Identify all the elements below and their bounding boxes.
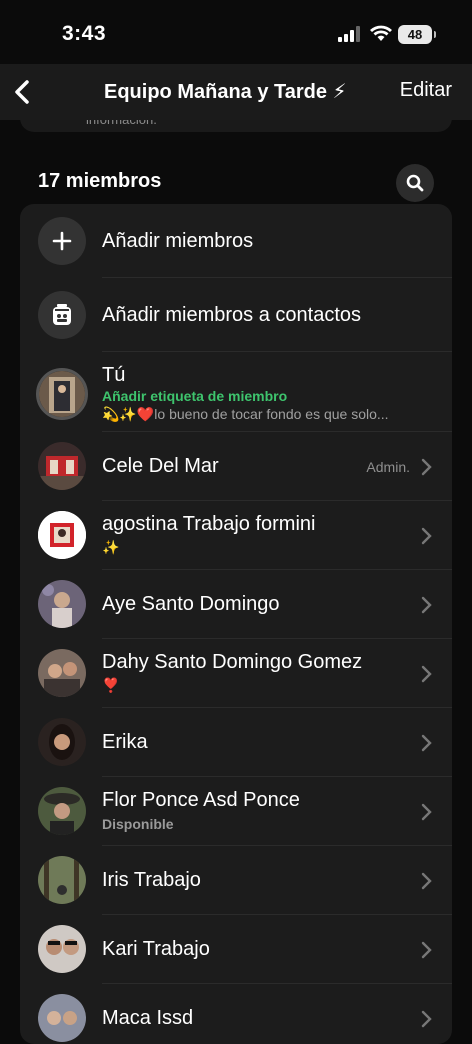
member-row[interactable]: Erika [20, 708, 452, 777]
member-name: Tú [102, 364, 126, 386]
plus-icon [38, 217, 86, 265]
member-row[interactable]: Aye Santo Domingo [20, 570, 452, 639]
admin-badge: Admin. [366, 459, 410, 475]
add-member-tag-link[interactable]: Añadir etiqueta de miembro [102, 388, 287, 404]
member-row[interactable]: Flor Ponce Asd Ponce Disponible [20, 777, 452, 846]
member-name: Maca Issd [102, 1007, 194, 1029]
self-row[interactable]: Tú Añadir etiqueta de miembro 💫✨❤️lo bue… [20, 352, 452, 432]
avatar [36, 368, 88, 420]
chevron-right-icon [421, 872, 432, 890]
member-status: Disponible [102, 816, 174, 832]
chevron-right-icon [421, 665, 432, 683]
status-time: 3:43 [62, 22, 107, 45]
member-name: agostina Trabajo formini [102, 513, 316, 535]
member-status: 💫✨❤️lo bueno de tocar fondo es que solo.… [102, 406, 389, 422]
member-name: Kari Trabajo [102, 938, 210, 960]
add-to-contacts-row[interactable]: Añadir miembros a contactos [20, 278, 452, 352]
wifi-icon [370, 25, 392, 41]
avatar [38, 787, 86, 835]
member-row[interactable]: Kari Trabajo [20, 915, 452, 984]
member-row[interactable]: Maca Issd [20, 984, 452, 1044]
member-name: Cele Del Mar [102, 455, 219, 477]
member-row[interactable]: Cele Del Mar Admin. [20, 432, 452, 501]
search-icon [406, 174, 424, 192]
member-name: Iris Trabajo [102, 869, 201, 891]
member-status: ✨ [102, 539, 120, 555]
chevron-right-icon [421, 734, 432, 752]
avatar [38, 580, 86, 628]
avatar [38, 994, 86, 1042]
page-title: Equipo Mañana y Tarde ⚡ [104, 81, 347, 103]
status-bar: 3:43 48 [0, 0, 472, 70]
back-chevron-icon[interactable] [8, 74, 40, 110]
contact-card-icon [38, 291, 86, 339]
chevron-right-icon [421, 458, 432, 476]
search-button[interactable] [396, 164, 434, 202]
member-row[interactable]: Iris Trabajo [20, 846, 452, 915]
member-name: Erika [102, 731, 148, 753]
cellular-signal-icon [338, 26, 360, 42]
add-to-contacts-label: Añadir miembros a contactos [102, 304, 362, 326]
chevron-right-icon [421, 1010, 432, 1028]
member-status: ❣️ [102, 677, 120, 693]
members-count: 17 miembros [38, 170, 162, 192]
member-name: Dahy Santo Domingo Gomez [102, 651, 363, 673]
member-name: Aye Santo Domingo [102, 593, 280, 615]
avatar [38, 718, 86, 766]
avatar [38, 649, 86, 697]
member-row[interactable]: Dahy Santo Domingo Gomez ❣️ [20, 639, 452, 708]
chevron-right-icon [421, 527, 432, 545]
member-row[interactable]: agostina Trabajo formini ✨ [20, 501, 452, 570]
battery-indicator: 48 [398, 25, 436, 44]
nav-header: Equipo Mañana y Tarde ⚡ Editar [0, 64, 472, 120]
avatar [38, 856, 86, 904]
add-members-row[interactable]: Añadir miembros [20, 204, 452, 278]
member-name: Flor Ponce Asd Ponce [102, 789, 300, 811]
members-list: Añadir miembros Añadir miembros a contac… [20, 204, 452, 1044]
avatar [38, 442, 86, 490]
chevron-right-icon [421, 596, 432, 614]
avatar [38, 925, 86, 973]
add-members-label: Añadir miembros [102, 230, 254, 252]
avatar [38, 511, 86, 559]
chevron-right-icon [421, 803, 432, 821]
edit-button[interactable]: Editar [400, 79, 452, 102]
chevron-right-icon [421, 941, 432, 959]
